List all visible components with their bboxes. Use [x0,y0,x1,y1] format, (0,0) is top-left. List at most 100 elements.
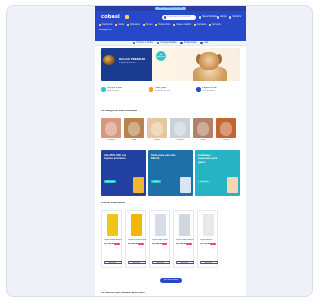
category-label: Promo [223,139,229,141]
banner-cta-button[interactable]: Ver mais [198,180,210,184]
nav-item[interactable]: Cachorros [99,24,112,27]
add-to-cart-button[interactable]: Adicionar [199,260,218,264]
benefit-item: Frete grátis acima de R$ 149 [148,84,193,95]
category-label: Gato [131,139,137,141]
hero-subtitle: a partir de R$ 99 [119,62,136,65]
product-carousel: Ração Golden Adulto R$ 159,90 -10% Adici… [101,210,242,268]
promo-banner[interactable]: Até 25% OFF em rações premium Aproveite [101,150,146,196]
add-to-cart-button[interactable]: Adicionar [151,260,170,264]
product-card[interactable]: Ração Royal Canin R$ 249,90 -5% Adiciona… [149,210,170,268]
category-nav: Cachorros Gatos Pássaros Peixes Outros P… [99,23,242,27]
strip-item[interactable]: Entrega Rápida [157,42,176,45]
login-link[interactable]: Entrar [217,15,227,20]
credit-card-icon [196,87,201,92]
category-card[interactable]: Pássaro [170,118,190,146]
category-card[interactable]: Cachorro [101,118,121,146]
banner-cta-button[interactable]: Confira [151,180,162,184]
nav-item[interactable]: Farmácia [193,23,206,27]
product-card[interactable]: Ração Premier Filhote R$ 189,90 -15% Adi… [125,210,146,268]
discount-badge: -20% [186,243,192,245]
benefits-row: Compre online retire na loja Frete grátis… [101,84,240,95]
product-image [107,214,118,236]
location-selector[interactable]: Entregar em [99,29,112,32]
banner-title: Tudo para seu cão filhote [151,153,176,161]
promo-banner[interactable]: Tudo para seu cão filhote Confira [148,150,193,196]
search-icon [163,16,166,19]
category-image [124,118,144,138]
logo-mark-icon [125,15,129,19]
category-icon [155,23,158,26]
nav-item[interactable]: Serviços [209,24,221,27]
category-icon [115,23,118,26]
cart-link[interactable]: Carrinho [229,15,241,20]
login-label: Entrar [220,16,227,19]
product-price: R$ 139,90 [175,243,187,245]
category-icon [193,23,196,26]
category-label: Pássaro [176,139,184,141]
category-carousel: Cachorro Gato Ração Pássaro Peixe Promo [101,118,240,146]
benefit-subtitle: retire na loja [107,89,119,92]
orders-label: Meus Pedidos [202,16,217,19]
nav-item[interactable]: Pássaros [127,23,140,27]
product-price: R$ 179,90 [199,243,211,245]
webpage-screenshot: Novos clientes 10% OFF cobasi O que seu … [95,6,246,296]
add-to-cart-button[interactable]: Adicionar [175,260,194,264]
category-card[interactable]: Gato [124,118,144,146]
benefit-item: Compre online retire na loja [101,84,145,95]
category-icon [142,23,145,26]
category-card[interactable]: Peixe [193,118,213,146]
product-image [131,214,142,236]
category-image [101,118,121,138]
product-name: Ração Royal Canin [151,239,168,241]
search-input[interactable]: O que seu pet precisa? [162,15,196,20]
promo-banners: Até 25% OFF em rações premium Aproveite … [101,150,240,196]
product-card[interactable]: Ração Guabi Natural R$ 139,90 -20% Adici… [173,210,194,268]
product-card[interactable]: Ração Golden Adulto R$ 159,90 -10% Adici… [101,210,122,268]
nav-item[interactable]: Gatos [115,24,124,27]
product-image [203,214,214,236]
strip-item[interactable]: Programada [180,42,196,45]
badge-line-2: 25% OFF [156,56,166,58]
promo-text: Novos clientes 10% OFF [155,7,186,10]
delivery-options-strip: Compre e Retire Entrega Rápida Programad… [95,41,246,46]
product-image [133,177,144,193]
discount-badge: até 25% OFF [156,51,166,61]
product-image [179,214,190,236]
category-card[interactable]: Promo [216,118,236,146]
strip-item[interactable]: Loja [200,42,208,45]
product-image [155,214,166,236]
category-label: Cachorro [106,139,116,141]
category-icon [173,23,176,26]
category-icon [209,23,212,26]
hero-title: RAÇÃO PREMIUM [119,58,145,61]
product-price: R$ 159,90 [103,243,115,245]
hero-banner[interactable]: RAÇÃO PREMIUM a partir de R$ 99 até 25% … [101,48,240,81]
site-logo[interactable]: cobasi [101,14,120,20]
promo-banner[interactable]: Cuidados especiais para gatos Ver mais [195,150,240,196]
dog-head-image [199,52,219,70]
benefit-subtitle: 10x sem juros [202,89,215,92]
product-image [180,177,191,193]
nav-item[interactable]: Casa e Jardim [173,24,191,27]
add-to-cart-button[interactable]: Adicionar [103,260,122,264]
truck-icon [148,87,154,92]
product-card[interactable]: Ração Biofresh R$ 179,90 -12% Adicionar [197,210,218,268]
brands-title: As marcas mais amadas pelos pets [101,292,145,294]
category-image [193,118,213,138]
banner-cta-button[interactable]: Aproveite [104,180,117,184]
box-icon [199,16,202,19]
user-icon [217,16,220,19]
cart-label: Carrinho [232,16,242,19]
category-icon [127,23,130,26]
category-card[interactable]: Ração [147,118,167,146]
product-image [227,177,238,193]
store-icon [132,41,136,45]
food-bowl-image [103,55,115,65]
nav-item[interactable]: Outros Pets [155,24,170,27]
nav-item[interactable]: Peixes [142,23,152,27]
add-to-cart-button[interactable]: Adicionar [127,260,146,264]
more-offers-button[interactable]: Ver mais ofertas [160,278,182,283]
screenshot-frame: Novos clientes 10% OFF cobasi O que seu … [6,5,313,297]
strip-item[interactable]: Compre e Retire [132,41,153,45]
orders-link[interactable]: Meus Pedidos [199,15,217,20]
